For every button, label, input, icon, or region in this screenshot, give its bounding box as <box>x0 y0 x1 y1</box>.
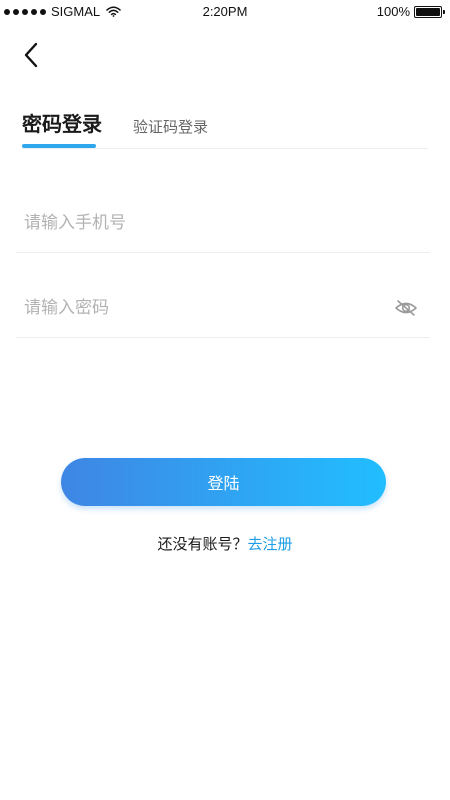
tab-code-login[interactable]: 验证码登录 <box>133 116 208 138</box>
active-tab-indicator <box>22 144 96 148</box>
password-input[interactable] <box>24 293 384 323</box>
password-visibility-toggle[interactable] <box>394 296 418 320</box>
register-prompt-text: 还没有账号？ <box>157 535 248 553</box>
battery-cap <box>443 9 445 14</box>
chevron-left-icon <box>24 42 38 68</box>
login-tabs: 密码登录 验证码登录 <box>22 110 428 149</box>
battery-level-fill <box>416 7 440 16</box>
battery-group: 100% <box>376 4 445 19</box>
battery-icon <box>414 5 445 18</box>
register-row: 还没有账号？去注册 <box>0 533 450 555</box>
tab-password-login[interactable]: 密码登录 <box>22 110 102 138</box>
back-button[interactable] <box>14 38 48 72</box>
battery-percentage: 100% <box>376 4 410 19</box>
phone-input[interactable] <box>24 208 384 238</box>
eye-off-icon <box>395 300 417 316</box>
login-button[interactable]: 登陆 <box>61 458 386 506</box>
password-field-row <box>16 277 430 338</box>
register-link[interactable]: 去注册 <box>248 535 293 553</box>
phone-field-row <box>16 192 430 253</box>
status-bar: SIGMAL 2:20PM 100% <box>0 0 450 24</box>
